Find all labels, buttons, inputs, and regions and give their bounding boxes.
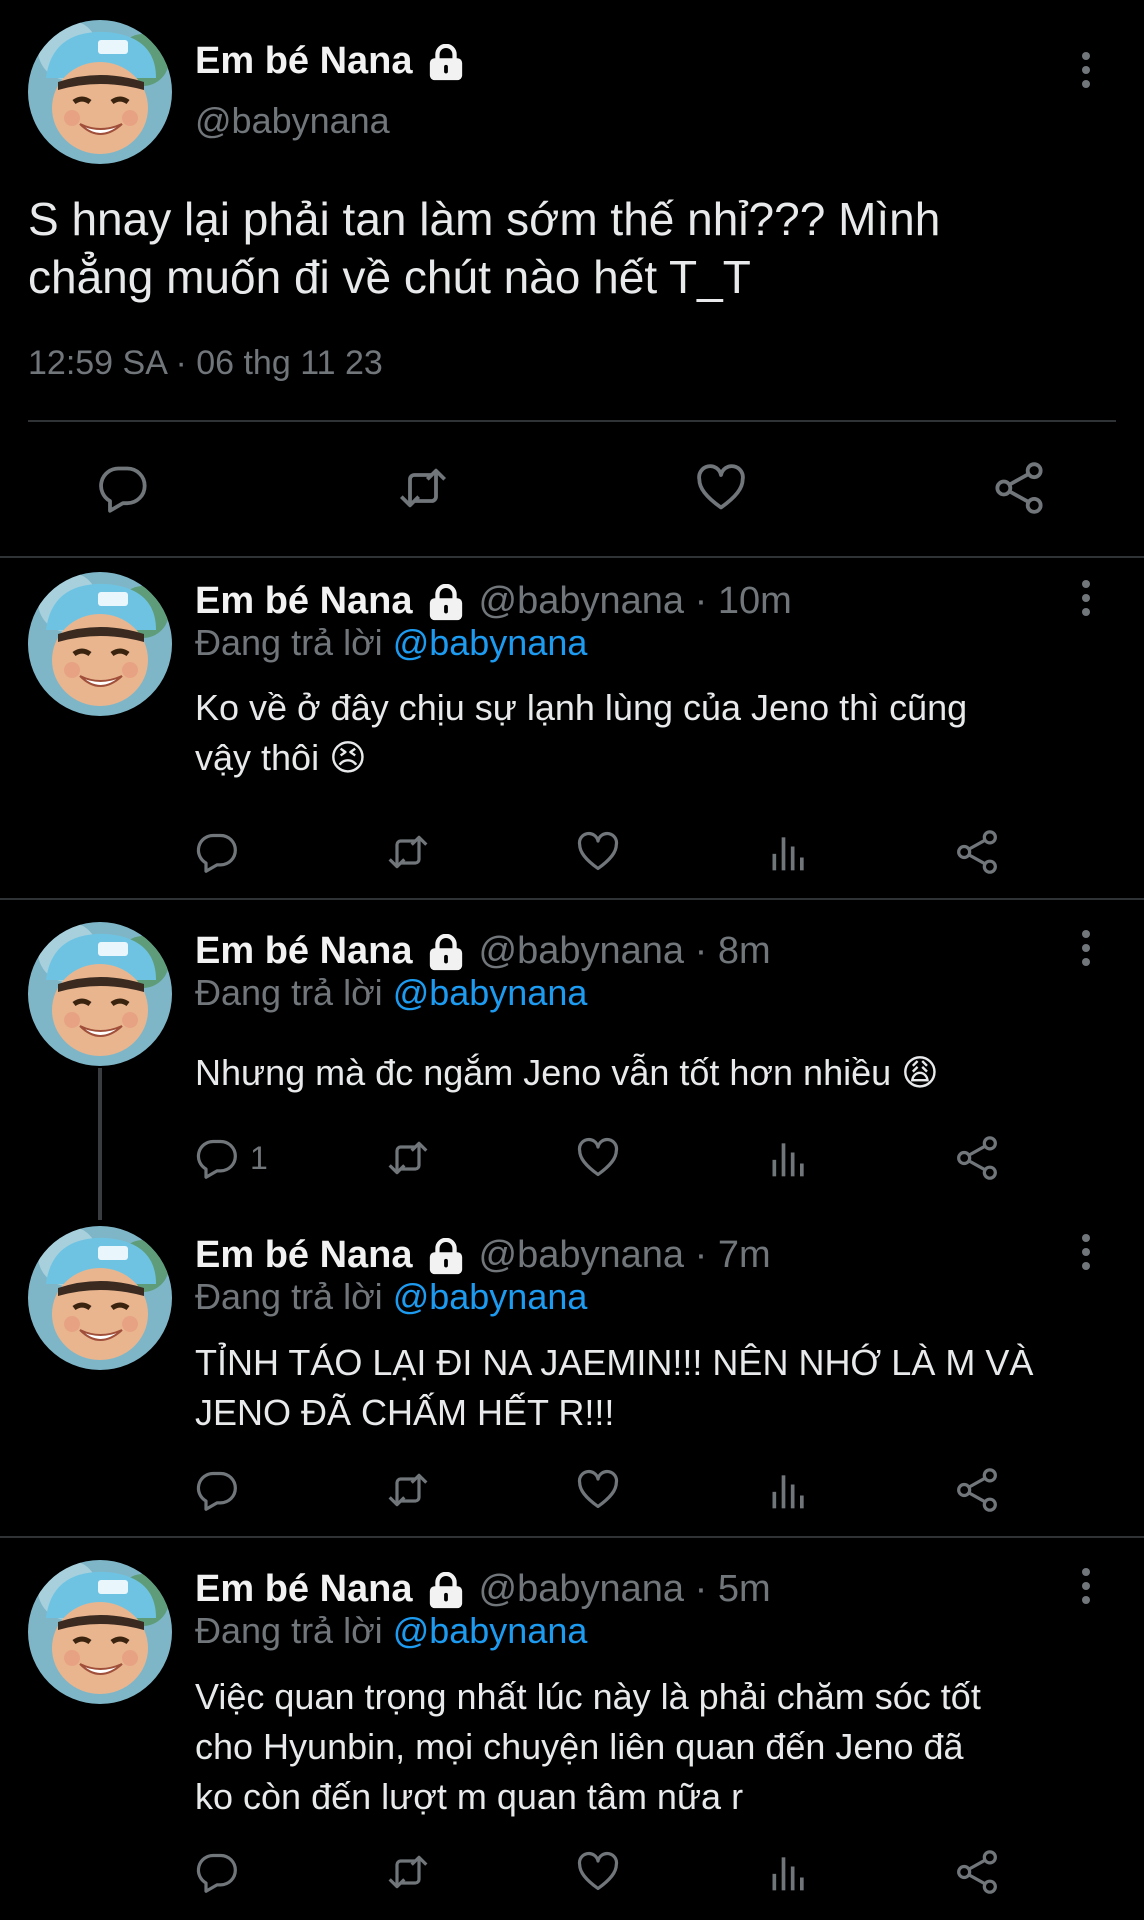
handle[interactable]: @babynana (195, 100, 390, 142)
retweet-icon[interactable] (383, 830, 433, 874)
retweet-icon[interactable] (383, 1136, 433, 1180)
reply-count: 1 (250, 1140, 268, 1176)
handle-and-time: @babynana · 7m (478, 1234, 771, 1276)
avatar[interactable] (28, 1560, 172, 1704)
reply-icon[interactable] (97, 462, 149, 514)
display-name[interactable]: Em bé Nana (195, 40, 465, 83)
replying-to: Đang trả lời @babynana (195, 1610, 588, 1651)
lock-icon (427, 1238, 465, 1276)
lock-icon (427, 44, 465, 82)
tweet-text: Ko về ở đây chịu sự lạnh lùng của Jeno t… (195, 687, 968, 778)
divider (0, 556, 1144, 558)
views-icon[interactable] (767, 1850, 811, 1894)
share-icon[interactable] (955, 1850, 999, 1894)
handle-and-time: @babynana · 8m (478, 930, 771, 972)
avatar-photo (28, 1560, 172, 1704)
thread-connector (98, 1068, 102, 1220)
like-icon[interactable] (695, 462, 747, 514)
display-name[interactable]: Em bé Nana @babynana · 8m (195, 930, 771, 973)
retweet-icon[interactable] (383, 1468, 433, 1512)
display-name[interactable]: Em bé Nana @babynana · 10m (195, 580, 792, 623)
reply-icon[interactable] (195, 1850, 239, 1894)
mention-link[interactable]: @babynana (393, 972, 588, 1013)
avatar-photo (28, 20, 172, 164)
avatar[interactable] (28, 922, 172, 1066)
reply-icon[interactable] (195, 1136, 239, 1180)
more-options-icon[interactable] (1080, 1568, 1092, 1608)
reply-icon[interactable] (195, 830, 239, 874)
views-icon[interactable] (767, 830, 811, 874)
reply-icon[interactable] (195, 1468, 239, 1512)
like-icon[interactable] (576, 1468, 620, 1512)
lock-icon (427, 584, 465, 622)
display-name[interactable]: Em bé Nana @babynana · 7m (195, 1234, 771, 1277)
views-icon[interactable] (767, 1468, 811, 1512)
display-name[interactable]: Em bé Nana @babynana · 5m (195, 1568, 771, 1611)
divider (28, 420, 1116, 422)
like-icon[interactable] (576, 1136, 620, 1180)
avatar[interactable] (28, 20, 172, 164)
handle-and-time: @babynana · 10m (478, 580, 792, 622)
mention-link[interactable]: @babynana (393, 622, 588, 663)
mention-link[interactable]: @babynana (393, 1610, 588, 1651)
divider (0, 1536, 1144, 1538)
avatar-photo (28, 1226, 172, 1370)
replying-to: Đang trả lời @babynana (195, 972, 588, 1013)
share-icon[interactable] (993, 462, 1045, 514)
mention-link[interactable]: @babynana (393, 1276, 588, 1317)
tweet-text: Nhưng mà đc ngắm Jeno vẫn tốt hơn nhiều … (195, 1052, 939, 1093)
tweet-text: TỈNH TÁO LẠI ĐI NA JAEMIN!!! NÊN NHỚ LÀ … (195, 1342, 1034, 1433)
share-icon[interactable] (955, 830, 999, 874)
more-options-icon[interactable] (1080, 52, 1092, 92)
like-icon[interactable] (576, 1850, 620, 1894)
timestamp[interactable]: 12:59 SA · 06 thg 11 23 (28, 344, 383, 383)
tweet-text: S hnay lại phải tan làm sớm thế nhỉ??? M… (28, 193, 941, 303)
more-options-icon[interactable] (1080, 930, 1092, 970)
more-options-icon[interactable] (1080, 580, 1092, 620)
avatar-photo (28, 922, 172, 1066)
retweet-icon[interactable] (394, 462, 452, 514)
like-icon[interactable] (576, 830, 620, 874)
views-icon[interactable] (767, 1136, 811, 1180)
avatar[interactable] (28, 1226, 172, 1370)
replying-to: Đang trả lời @babynana (195, 1276, 588, 1317)
share-icon[interactable] (955, 1136, 999, 1180)
tweet-text: Việc quan trọng nhất lúc này là phải chă… (195, 1676, 981, 1817)
share-icon[interactable] (955, 1468, 999, 1512)
lock-icon (427, 1572, 465, 1610)
lock-icon (427, 934, 465, 972)
replying-to: Đang trả lời @babynana (195, 622, 588, 663)
handle-and-time: @babynana · 5m (478, 1568, 771, 1610)
divider (0, 898, 1144, 900)
retweet-icon[interactable] (383, 1850, 433, 1894)
avatar[interactable] (28, 572, 172, 716)
more-options-icon[interactable] (1080, 1234, 1092, 1274)
avatar-photo (28, 572, 172, 716)
